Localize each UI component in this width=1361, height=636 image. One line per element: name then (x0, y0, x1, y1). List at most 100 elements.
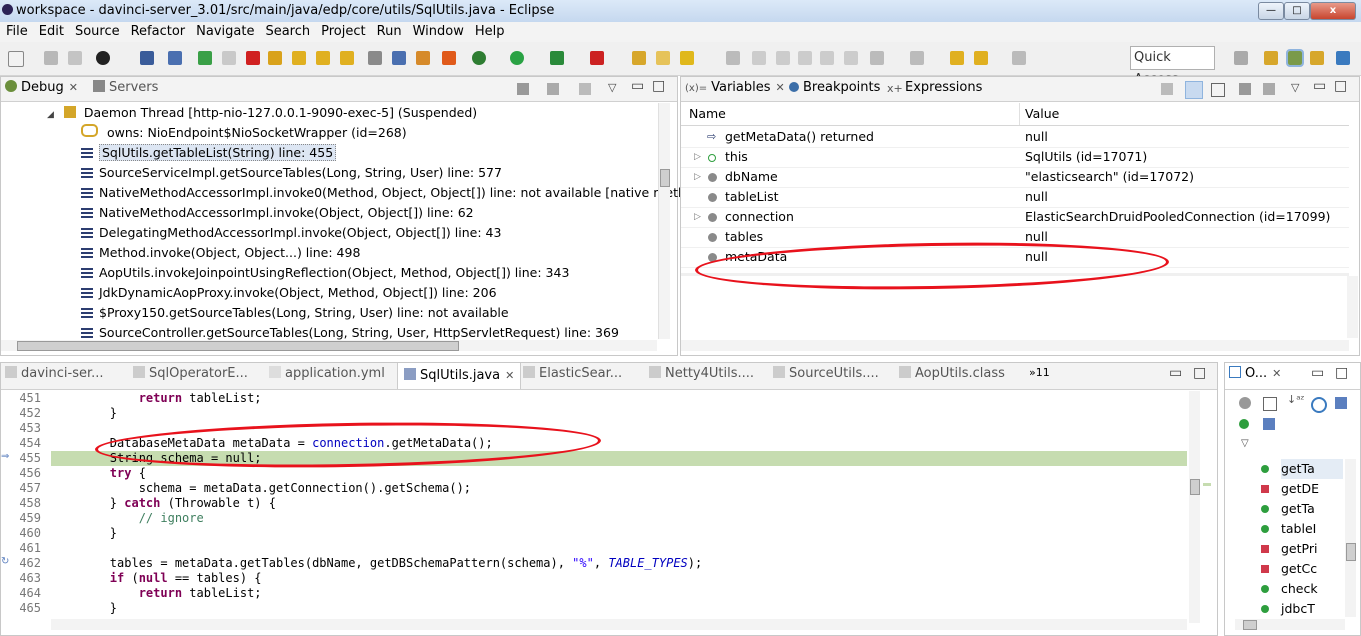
quick-access-field[interactable]: Quick Access (1130, 46, 1215, 87)
close-icon[interactable]: ✕ (69, 81, 78, 94)
variable-row[interactable]: ⇨ getMetaData() returned null (681, 127, 1349, 148)
prev-edit-icon[interactable] (910, 51, 924, 65)
layout-icon[interactable] (1263, 83, 1275, 95)
close-icon[interactable]: ✕ (505, 369, 514, 382)
maximize-button[interactable]: □ (1284, 2, 1310, 20)
variable-row[interactable]: ▷ this SqlUtils (id=17071) (681, 147, 1349, 168)
java-perspective-icon[interactable] (1310, 51, 1324, 65)
forward-icon[interactable] (1012, 51, 1026, 65)
close-icon[interactable]: ✕ (776, 81, 785, 94)
minimize-view-icon[interactable]: ▭ (1313, 78, 1326, 94)
code-line[interactable]: } (52, 526, 117, 541)
maximize-view-icon[interactable]: □ (1335, 365, 1348, 381)
external-tools-icon[interactable] (590, 51, 604, 65)
open-folder-icon[interactable] (656, 51, 670, 65)
new-watch-icon[interactable] (1239, 83, 1251, 95)
minimize-button[interactable]: — (1258, 2, 1284, 20)
close-window-button[interactable]: x (1310, 2, 1356, 20)
code-line[interactable]: schema = metaData.getConnection().getSch… (52, 481, 471, 496)
hide-nonpublic-icon[interactable] (1239, 419, 1249, 429)
editor-tab[interactable]: AopUtils.class (899, 366, 1005, 381)
block-selection-icon[interactable] (844, 51, 858, 65)
skip-breakpoints-icon[interactable] (168, 51, 182, 65)
outline-item[interactable]: getCc (1261, 559, 1317, 579)
editor-horizontal-scrollbar[interactable] (51, 619, 1187, 630)
save-icon[interactable] (44, 51, 58, 65)
editor-vertical-scrollbar[interactable] (1189, 391, 1200, 623)
variables-horizontal-scrollbar[interactable] (681, 340, 1349, 351)
variable-row[interactable]: tableList null (681, 187, 1349, 208)
more-tabs-button[interactable]: »11 (1029, 366, 1050, 379)
scroll-thumb[interactable] (660, 169, 670, 187)
show-logical-structure-icon[interactable] (1185, 81, 1203, 99)
step-return-icon[interactable] (340, 51, 354, 65)
debug-horizontal-scrollbar[interactable] (1, 340, 657, 351)
column-name-header[interactable]: Name (689, 106, 726, 121)
last-edit-icon[interactable] (950, 51, 964, 65)
step-into-icon[interactable] (292, 51, 306, 65)
editor-tab-active[interactable]: SqlUtils.java ✕ (397, 363, 522, 389)
step-filters-icon[interactable] (547, 83, 559, 95)
tab-breakpoints[interactable]: Breakpoints (789, 80, 880, 95)
stack-frame[interactable]: SourceServiceImpl.getSourceTables(Long, … (81, 163, 502, 183)
code-line[interactable]: } (52, 601, 117, 616)
stack-frame[interactable]: JdkDynamicAopProxy.invoke(Object, Method… (81, 283, 497, 303)
show-type-names-icon[interactable] (1161, 83, 1173, 95)
tree-expand-icon[interactable]: ▽ (1241, 438, 1249, 449)
stack-frame[interactable]: SqlUtils.getTableList(String) line: 455 (81, 143, 337, 163)
editor-tab[interactable]: SqlOperatorE... (133, 366, 248, 381)
hide-local-types-icon[interactable] (1263, 418, 1275, 430)
collapse-all-icon[interactable] (1263, 397, 1277, 411)
pen-icon[interactable] (752, 51, 766, 65)
run-to-line-icon[interactable] (416, 51, 430, 65)
close-icon[interactable]: ✕ (1272, 367, 1281, 380)
debug-vertical-scrollbar[interactable] (658, 103, 670, 339)
expand-arrow-icon[interactable]: ▷ (694, 207, 701, 227)
tab-outline[interactable]: O... ✕ (1229, 366, 1281, 381)
search-icon[interactable] (726, 51, 740, 65)
use-step-filters-icon[interactable] (392, 51, 406, 65)
stack-frame[interactable]: DelegatingMethodAccessorImpl.invoke(Obje… (81, 223, 501, 243)
variable-row[interactable]: ▷ dbName "elasticsearch" (id=17072) (681, 167, 1349, 188)
thread-row[interactable]: ◢ Daemon Thread [http-nio-127.0.0.1-9090… (47, 103, 477, 123)
scroll-thumb[interactable] (1243, 620, 1257, 630)
code-line[interactable]: // ignore (52, 511, 204, 526)
open-type-icon[interactable] (680, 51, 694, 65)
terminate-icon[interactable] (246, 51, 260, 65)
sort-icon[interactable]: ↓ᵃᶻ (1287, 393, 1305, 406)
git-perspective-icon[interactable] (1336, 51, 1350, 65)
java-ee-perspective-icon[interactable] (1264, 51, 1278, 65)
outline-item[interactable]: getTa (1261, 459, 1343, 479)
step-over-icon[interactable] (316, 51, 330, 65)
stack-frame[interactable]: $Proxy150.getSourceTables(Long, String, … (81, 303, 509, 323)
outline-horizontal-scrollbar[interactable] (1235, 619, 1345, 630)
scroll-thumb[interactable] (1190, 479, 1200, 495)
menu-run[interactable]: Run (371, 22, 407, 39)
stack-frame[interactable]: Method.invoke(Object, Object...) line: 4… (81, 243, 360, 263)
next-edit-icon[interactable] (870, 51, 884, 65)
back-icon[interactable] (974, 51, 988, 65)
outline-item[interactable]: getPri (1261, 539, 1317, 559)
variables-vertical-scrollbar[interactable] (1347, 276, 1358, 338)
new-package-icon[interactable] (632, 51, 646, 65)
menu-navigate[interactable]: Navigate (190, 22, 259, 39)
code-line[interactable]: if (null == tables) { (52, 571, 262, 586)
stack-frame[interactable]: NativeMethodAccessorImpl.invoke0(Method,… (81, 183, 701, 203)
menu-window[interactable]: Window (407, 22, 469, 39)
menu-help[interactable]: Help (469, 22, 510, 39)
outline-item[interactable]: jdbcT (1261, 599, 1315, 619)
maximize-view-icon[interactable]: □ (1334, 78, 1347, 94)
code-line[interactable]: return tableList; (52, 586, 262, 601)
code-line[interactable]: return tableList; (52, 391, 262, 406)
debug-options-icon[interactable] (96, 51, 110, 65)
menu-search[interactable]: Search (259, 22, 315, 39)
minimize-view-icon[interactable]: ▭ (1169, 365, 1182, 381)
stack-frame[interactable]: AopUtils.invokeJoinpointUsingReflection(… (81, 263, 569, 283)
outline-item[interactable]: getTa (1261, 499, 1315, 519)
overview-ruler[interactable] (1203, 483, 1211, 486)
editor-tab[interactable]: SourceUtils.... (773, 366, 879, 381)
hide-fields-icon[interactable] (1311, 397, 1327, 413)
focus-icon[interactable] (1239, 397, 1251, 409)
variable-row[interactable]: ▷ connection ElasticSearchDruidPooledConn… (681, 207, 1349, 228)
tab-servers[interactable]: Servers (93, 80, 158, 95)
